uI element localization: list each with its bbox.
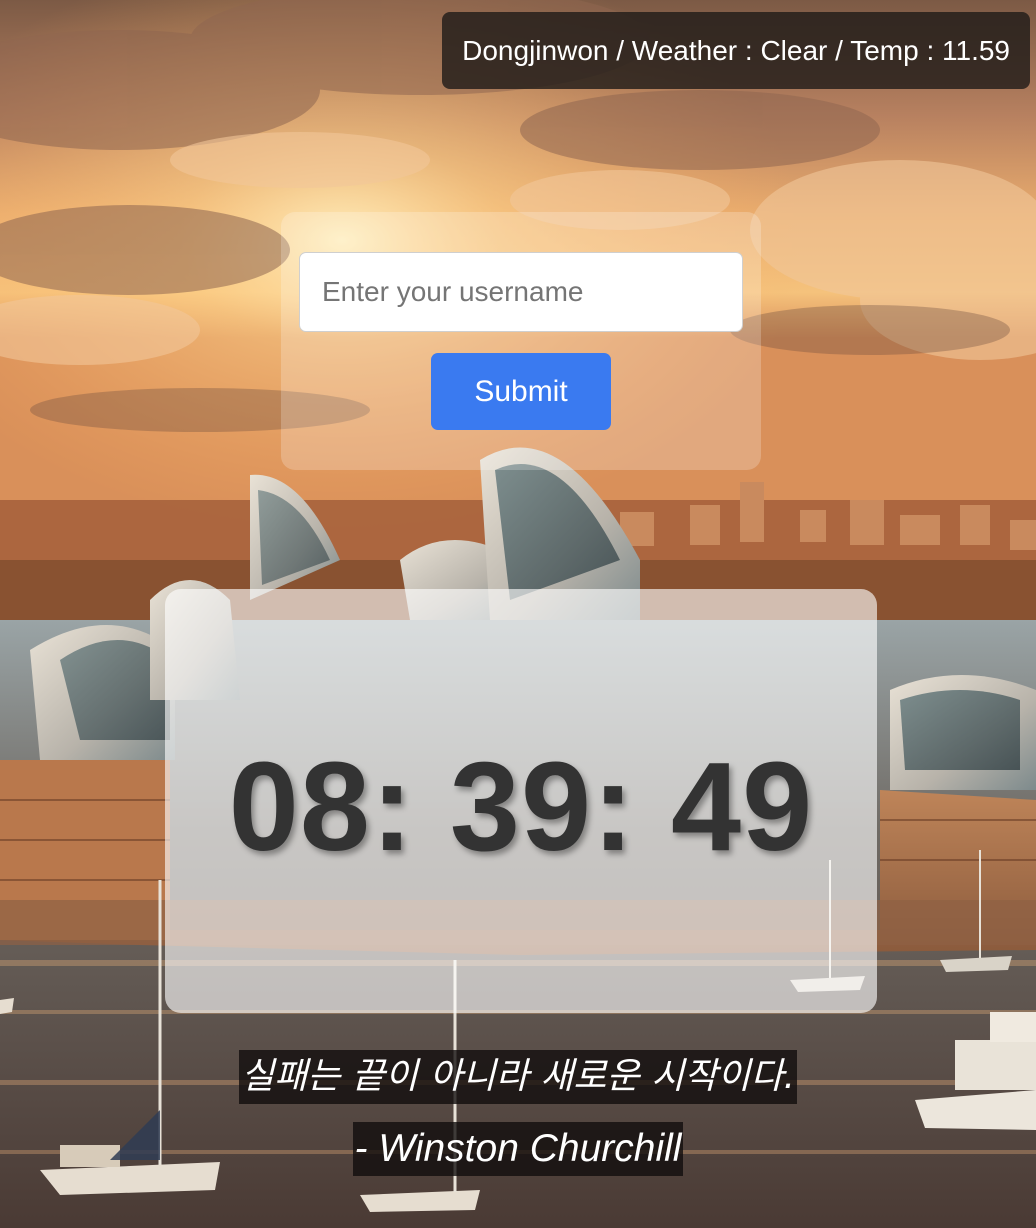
quote-block: 실패는 끝이 아니라 새로운 시작이다. - Winston Churchill (0, 1050, 1036, 1176)
quote-author: - Winston Churchill (352, 1122, 684, 1176)
weather-status-badge: Dongjinwon / Weather : Clear / Temp : 11… (442, 12, 1030, 89)
quote-text: 실패는 끝이 아니라 새로운 시작이다. (238, 1050, 798, 1104)
weather-status-text: Dongjinwon / Weather : Clear / Temp : 11… (462, 34, 1010, 66)
login-form: Submit (281, 212, 761, 470)
username-input[interactable] (299, 252, 743, 332)
clock-card: 08: 39: 49 (165, 589, 877, 1013)
submit-button[interactable]: Submit (431, 353, 611, 430)
clock-time: 08: 39: 49 (228, 735, 814, 877)
